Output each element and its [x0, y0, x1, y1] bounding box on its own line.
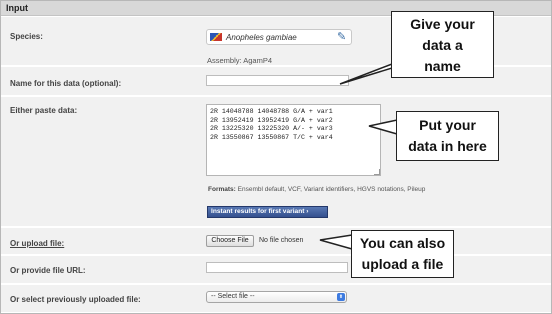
paste-callout-line-1: Put your: [419, 117, 476, 133]
upload-callout-pointer: [319, 234, 353, 250]
paste-callout: Put your data in here: [396, 111, 499, 161]
name-callout-line-2: data a: [422, 37, 463, 53]
paste-callout-pointer: [368, 119, 398, 135]
upload-callout-line-1: You can also: [359, 235, 446, 251]
upload-callout: You can also upload a file: [351, 230, 454, 278]
name-callout-line-3: name: [424, 58, 461, 74]
paste-callout-line-2: data in here: [408, 138, 487, 154]
name-callout-line-1: Give your: [410, 16, 475, 32]
name-callout: Give your data a name: [391, 11, 494, 78]
upload-callout-line-2: upload a file: [361, 256, 444, 272]
